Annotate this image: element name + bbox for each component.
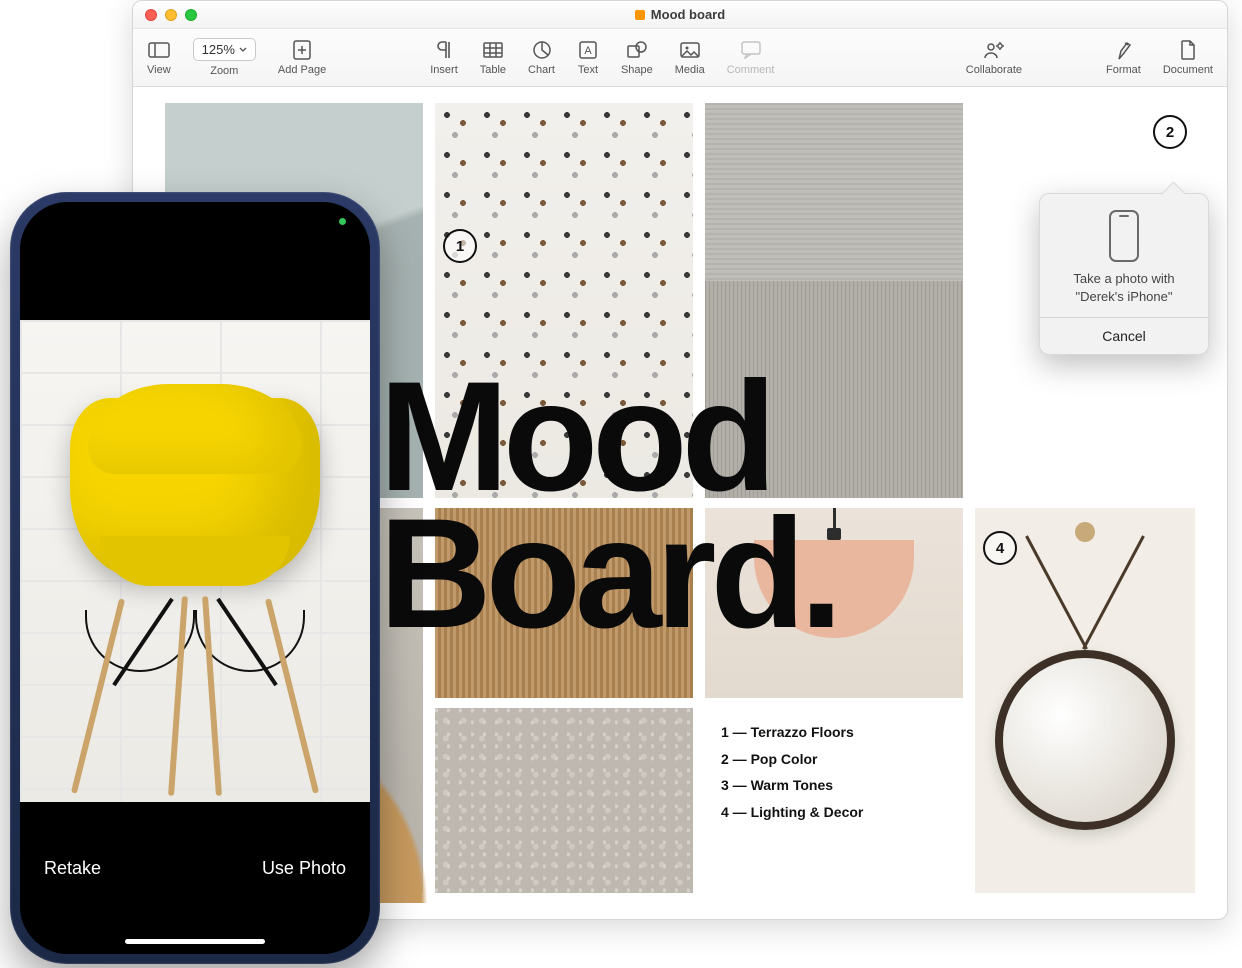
popover-cancel-button[interactable]: Cancel bbox=[1040, 317, 1208, 354]
document-button[interactable]: Document bbox=[1163, 40, 1213, 76]
table-label: Table bbox=[480, 64, 506, 76]
fullscreen-window-button[interactable] bbox=[185, 9, 197, 21]
add-page-button[interactable]: Add Page bbox=[278, 40, 326, 76]
toolbar: View 125% Zoom Add Page Insert bbox=[133, 29, 1227, 87]
legend-item: 3 — Warm Tones bbox=[721, 772, 863, 799]
text-button[interactable]: A Text bbox=[577, 40, 599, 76]
view-label: View bbox=[147, 64, 171, 76]
zoom-dropdown[interactable]: 125% bbox=[193, 38, 256, 61]
format-label: Format bbox=[1106, 64, 1141, 76]
legend-item: 4 — Lighting & Decor bbox=[721, 799, 863, 826]
insert-button[interactable]: Insert bbox=[430, 40, 458, 76]
iphone-notch bbox=[120, 202, 270, 232]
window-controls bbox=[133, 9, 197, 21]
home-indicator[interactable] bbox=[125, 939, 265, 944]
window-title: Mood board bbox=[133, 7, 1227, 22]
retake-button[interactable]: Retake bbox=[44, 858, 101, 879]
window-title-text: Mood board bbox=[651, 7, 725, 22]
media-label: Media bbox=[675, 64, 705, 76]
camera-active-indicator bbox=[339, 218, 346, 225]
sidebar-icon bbox=[148, 40, 170, 60]
legend-item: 1 — Terrazzo Floors bbox=[721, 719, 863, 746]
close-window-button[interactable] bbox=[145, 9, 157, 21]
chevron-down-icon bbox=[239, 47, 247, 52]
mood-image-wood[interactable] bbox=[435, 508, 693, 698]
comment-icon bbox=[740, 40, 762, 60]
media-icon bbox=[679, 40, 701, 60]
table-icon bbox=[482, 40, 504, 60]
view-button[interactable]: View bbox=[147, 40, 171, 76]
mood-image-fur[interactable] bbox=[435, 708, 693, 893]
media-button[interactable]: Media bbox=[675, 40, 705, 76]
iphone-screen: Retake Use Photo bbox=[20, 202, 370, 954]
add-page-icon bbox=[291, 40, 313, 60]
mirror-illustration bbox=[995, 522, 1175, 830]
popover-message: Take a photo with"Derek's iPhone" bbox=[1052, 270, 1196, 305]
pilcrow-icon bbox=[433, 40, 455, 60]
popover-body: Take a photo with"Derek's iPhone" bbox=[1040, 194, 1208, 317]
mood-image-concrete[interactable] bbox=[705, 103, 963, 498]
callout-badge-1: 1 bbox=[443, 229, 477, 263]
text-label: Text bbox=[578, 64, 598, 76]
zoom-label: Zoom bbox=[210, 65, 238, 77]
chart-icon bbox=[531, 40, 553, 60]
legend-item: 2 — Pop Color bbox=[721, 746, 863, 773]
zoom-control[interactable]: 125% Zoom bbox=[193, 38, 256, 77]
mood-image-terrazzo[interactable] bbox=[435, 103, 693, 498]
shape-label: Shape bbox=[621, 64, 653, 76]
iphone-device: Retake Use Photo bbox=[10, 192, 380, 964]
collaborate-button[interactable]: Collaborate bbox=[966, 40, 1022, 76]
add-page-label: Add Page bbox=[278, 64, 326, 76]
legend-list: 1 — Terrazzo Floors 2 — Pop Color 3 — Wa… bbox=[721, 719, 863, 825]
collaborate-label: Collaborate bbox=[966, 64, 1022, 76]
mood-image-lamp[interactable] bbox=[705, 508, 963, 698]
shape-icon bbox=[626, 40, 648, 60]
svg-text:A: A bbox=[584, 45, 592, 57]
document-label: Document bbox=[1163, 64, 1213, 76]
text-icon: A bbox=[577, 40, 599, 60]
format-icon bbox=[1112, 40, 1134, 60]
camera-preview[interactable] bbox=[20, 320, 370, 802]
chart-label: Chart bbox=[528, 64, 555, 76]
callout-badge-4: 4 bbox=[983, 531, 1017, 565]
chart-button[interactable]: Chart bbox=[528, 40, 555, 76]
document-icon bbox=[1177, 40, 1199, 60]
iphone-outline-icon bbox=[1109, 210, 1139, 262]
format-button[interactable]: Format bbox=[1106, 40, 1141, 76]
zoom-value: 125% bbox=[202, 42, 235, 57]
use-photo-button[interactable]: Use Photo bbox=[262, 858, 346, 879]
collaborate-icon bbox=[983, 40, 1005, 60]
chair-photo bbox=[70, 398, 320, 578]
lamp-illustration bbox=[754, 508, 914, 638]
insert-label: Insert bbox=[430, 64, 458, 76]
comment-button: Comment bbox=[727, 40, 775, 76]
document-icon bbox=[635, 10, 645, 20]
minimize-window-button[interactable] bbox=[165, 9, 177, 21]
shape-button[interactable]: Shape bbox=[621, 40, 653, 76]
titlebar: Mood board bbox=[133, 1, 1227, 29]
comment-label: Comment bbox=[727, 64, 775, 76]
table-button[interactable]: Table bbox=[480, 40, 506, 76]
continuity-camera-popover: Take a photo with"Derek's iPhone" Cancel bbox=[1039, 193, 1209, 355]
callout-badge-2: 2 bbox=[1153, 115, 1187, 149]
camera-bottom-bar: Retake Use Photo bbox=[20, 802, 370, 954]
mood-image-mirror[interactable] bbox=[975, 508, 1195, 893]
